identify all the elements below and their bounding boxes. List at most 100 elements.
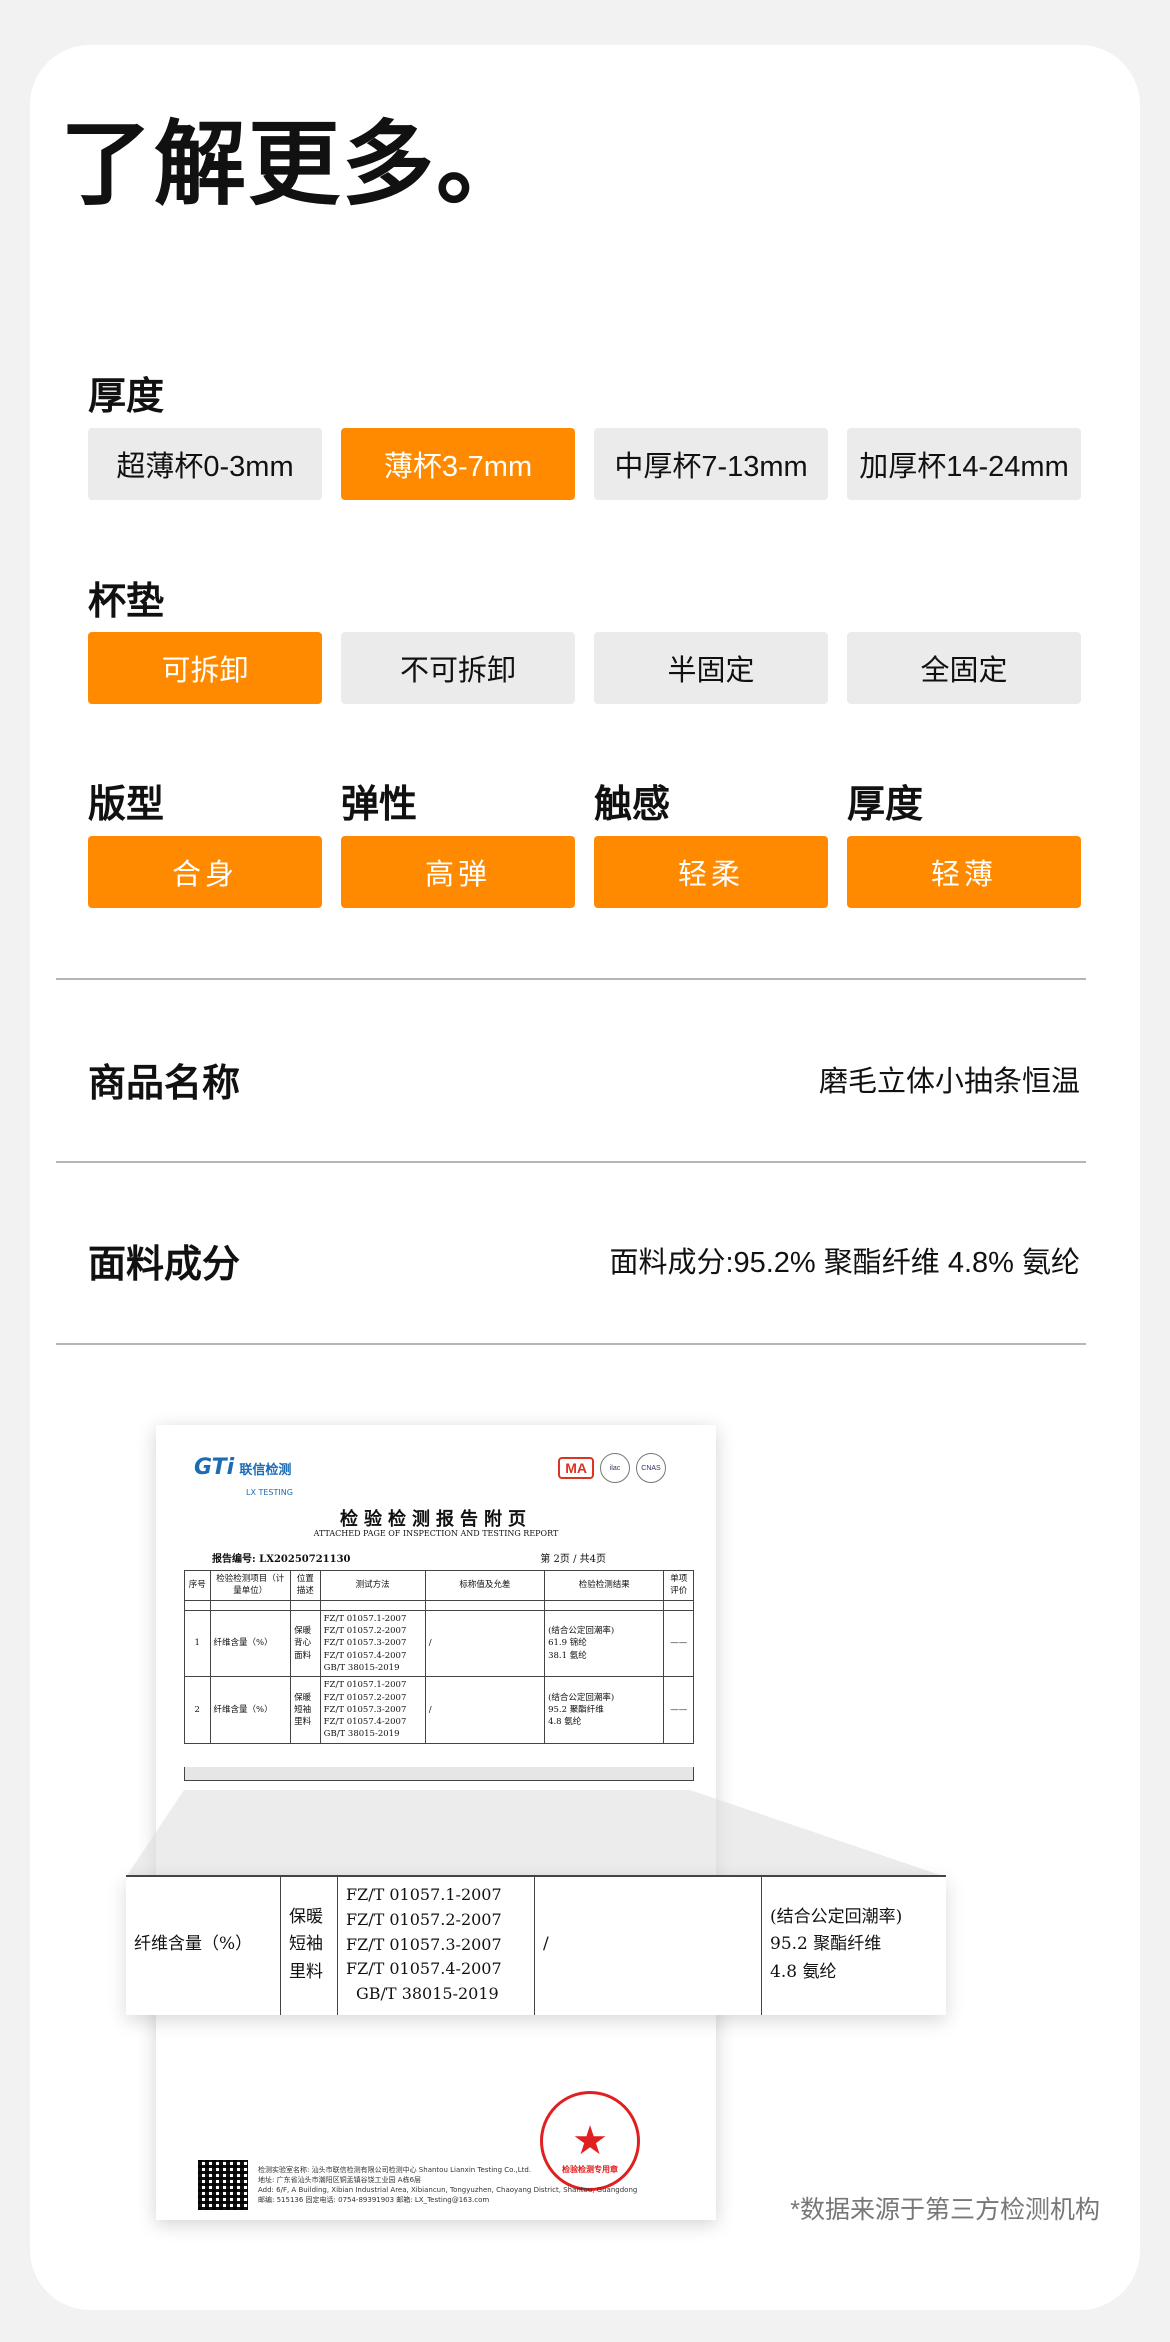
method-line: FZ/T 01057.1-2007: [346, 1885, 502, 1904]
lab-logo-mark: GTi: [194, 1455, 235, 1480]
method-line: FZ/T 01057.2-2007: [323, 1625, 407, 1636]
fit-label: 版型: [88, 784, 165, 826]
report-subtitle: ATTACHED PAGE OF INSPECTION AND TESTING …: [313, 1529, 559, 1538]
elasticity-label: 弹性: [341, 784, 418, 826]
result-line: 4.8 氨纶: [548, 1717, 582, 1728]
method-line: FZ/T 01057.4-2007: [323, 1650, 407, 1661]
table-cell: FZ/T 01057.1-2007 FZ/T 01057.2-2007 FZ/T…: [319, 1676, 426, 1744]
fabric-value: 面料成分:95.2% 聚酯纤维 4.8% 氨纶: [609, 1247, 1080, 1279]
table-header: 检验检测结果: [544, 1570, 665, 1601]
table-header: 序号: [184, 1570, 211, 1601]
lab-logo: GTi 联信检测 LX TESTING: [194, 1455, 293, 1499]
table-header-row: 序号 检验检测项目（计量单位） 位置描述 测试方法 标称值及允差 检验检测结果 …: [184, 1570, 694, 1601]
table-cell: /: [424, 1676, 546, 1744]
table-cell: ——: [663, 1609, 694, 1678]
table-header: 检验检测项目（计量单位）: [209, 1570, 292, 1601]
zoom-top-border: [126, 1875, 946, 1877]
table-row: 1 纤维含量（%） 保暖背心面料 FZ/T 01057.1-2007 FZ/T …: [184, 1609, 694, 1678]
footer-line: 地址: 广东省汕头市潮阳区铜盂镇谷饶工业园 A栋6层: [258, 2176, 422, 2185]
divider: [56, 978, 1086, 980]
report-number: 报告编号: LX20250721130: [212, 1554, 351, 1565]
thickness-attr-label: 厚度: [847, 784, 924, 826]
table-header: 单项评价: [663, 1570, 694, 1601]
table-cell: 1: [184, 1609, 211, 1678]
table-header: 测试方法: [319, 1570, 426, 1601]
table-cell: (结合公定回潮率) 61.9 锦纶 38.1 氨纶: [544, 1609, 665, 1678]
feel-value: 轻柔: [594, 836, 828, 908]
result-line: 38.1 氨纶: [548, 1650, 587, 1661]
footer-line: 邮编: 515136 固定电话: 0754-89391903 邮箱: LX_Te…: [258, 2196, 490, 2205]
pad-option-removable[interactable]: 可拆卸: [88, 632, 322, 704]
table-cell: FZ/T 01057.1-2007 FZ/T 01057.2-2007 FZ/T…: [319, 1609, 426, 1678]
zoom-result-cell: (结合公定回潮率) 95.2 聚酯纤维 4.8 氨纶: [761, 1875, 946, 2015]
method-line: FZ/T 01057.3-2007: [346, 1934, 502, 1954]
table-header: 标称值及允差: [424, 1570, 546, 1601]
elasticity-value: 高弹: [341, 836, 575, 908]
method-line: FZ/T 01057.1-2007: [323, 1613, 407, 1624]
result-line: 4.8 氨纶: [770, 1961, 837, 1982]
result-line: (结合公定回潮率): [548, 1692, 615, 1703]
divider: [56, 1161, 1086, 1163]
footer-line: Add: 6/F, A Building, Xibian Industrial …: [258, 2186, 638, 2195]
position-line: 里料: [289, 1961, 323, 1982]
table-cell: 2: [184, 1676, 211, 1744]
certification-marks: MA ilac CNAS: [558, 1453, 666, 1483]
fit-value: 合身: [88, 836, 322, 908]
result-line: 95.2 聚酯纤维: [548, 1704, 604, 1715]
zoom-item-cell: 纤维含量（%）: [126, 1875, 281, 2015]
pad-section-title: 杯垫: [88, 581, 165, 623]
thickness-section-title: 厚度: [88, 376, 165, 418]
method-line: GB/T 38015-2019: [323, 1729, 400, 1740]
thickness-option-thin[interactable]: 薄杯3-7mm: [341, 428, 575, 500]
test-report-image: GTi 联信检测 LX TESTING MA ilac CNAS 检验检测报告附…: [156, 1425, 716, 2220]
divider: [56, 1343, 1086, 1345]
pad-option-fullyfixed[interactable]: 全固定: [847, 632, 1081, 704]
table-cell: 保暖短袖里料: [290, 1676, 321, 1744]
method-line: FZ/T 01057.2-2007: [323, 1692, 407, 1703]
position-line: 短袖: [289, 1934, 323, 1955]
pad-option-nonremovable[interactable]: 不可拆卸: [341, 632, 575, 704]
cma-mark: MA: [558, 1457, 594, 1479]
table-cell: (结合公定回潮率) 95.2 聚酯纤维 4.8 氨纶: [544, 1676, 665, 1744]
method-line: FZ/T 01057.1-2007: [323, 1680, 407, 1691]
thickness-option-ultrathin[interactable]: 超薄杯0-3mm: [88, 428, 322, 500]
method-line: GB/T 38015-2019: [323, 1662, 400, 1673]
product-name-label: 商品名称: [88, 1063, 241, 1105]
ilac-mark-icon: ilac: [600, 1453, 630, 1483]
result-line: 61.9 锦纶: [548, 1638, 587, 1649]
table-header: 位置描述: [290, 1570, 321, 1601]
thickness-option-thick[interactable]: 加厚杯14-24mm: [847, 428, 1081, 500]
feel-label: 触感: [594, 784, 671, 826]
footer-line: 检测实验室名称: 汕头市联信检测有限公司检测中心 Shantou Lianxin…: [258, 2166, 532, 2174]
method-line: FZ/T 01057.4-2007: [323, 1717, 407, 1728]
thickness-option-medium[interactable]: 中厚杯7-13mm: [594, 428, 828, 500]
page-title: 了解更多。: [60, 114, 531, 216]
table-cell: 纤维含量（%）: [209, 1609, 292, 1678]
method-line: FZ/T 01057.4-2007: [346, 1959, 502, 1979]
report-page: 第 2页 / 共4页: [540, 1554, 606, 1565]
result-line: (结合公定回潮率): [770, 1907, 903, 1928]
table-cell: 保暖背心面料: [290, 1609, 321, 1678]
zoom-methods-cell: FZ/T 01057.1-2007 FZ/T 01057.2-2007 FZ/T…: [337, 1875, 535, 2015]
method-line: FZ/T 01057.3-2007: [323, 1704, 407, 1715]
report-zoom-detail: 纤维含量（%） 保暖 短袖 里料 FZ/T 01057.1-2007 FZ/T …: [126, 1875, 946, 2015]
result-line: (结合公定回潮率): [548, 1625, 615, 1636]
lab-logo-cn: 联信检测: [239, 1463, 292, 1478]
table-cell: 纤维含量（%）: [209, 1676, 292, 1744]
data-source-note: *数据来源于第三方检测机构: [790, 2196, 1100, 2224]
method-line: FZ/T 01057.2-2007: [346, 1909, 502, 1929]
table-cell: ——: [663, 1676, 694, 1744]
fabric-label: 面料成分: [88, 1244, 241, 1286]
position-line: 保暖: [289, 1907, 323, 1928]
table-row: 纤维含量（%） 保暖 短袖 里料 FZ/T 01057.1-2007 FZ/T …: [126, 1875, 946, 2015]
lab-logo-en: LX TESTING: [246, 1488, 293, 1497]
table-row: 2 纤维含量（%） 保暖短袖里料 FZ/T 01057.1-2007 FZ/T …: [184, 1676, 694, 1744]
zoom-table: 纤维含量（%） 保暖 短袖 里料 FZ/T 01057.1-2007 FZ/T …: [126, 1875, 946, 2015]
zoom-position-cell: 保暖 短袖 里料: [280, 1875, 338, 2015]
report-table: 序号 检验检测项目（计量单位） 位置描述 测试方法 标称值及允差 检验检测结果 …: [184, 1570, 694, 1744]
pad-option-semifixed[interactable]: 半固定: [594, 632, 828, 704]
table-footer-bar: [184, 1767, 694, 1781]
table-cell: /: [424, 1609, 546, 1678]
report-footer: 检测实验室名称: 汕头市联信检测有限公司检测中心 Shantou Lianxin…: [258, 2165, 637, 2206]
qr-code-icon: [198, 2160, 248, 2210]
